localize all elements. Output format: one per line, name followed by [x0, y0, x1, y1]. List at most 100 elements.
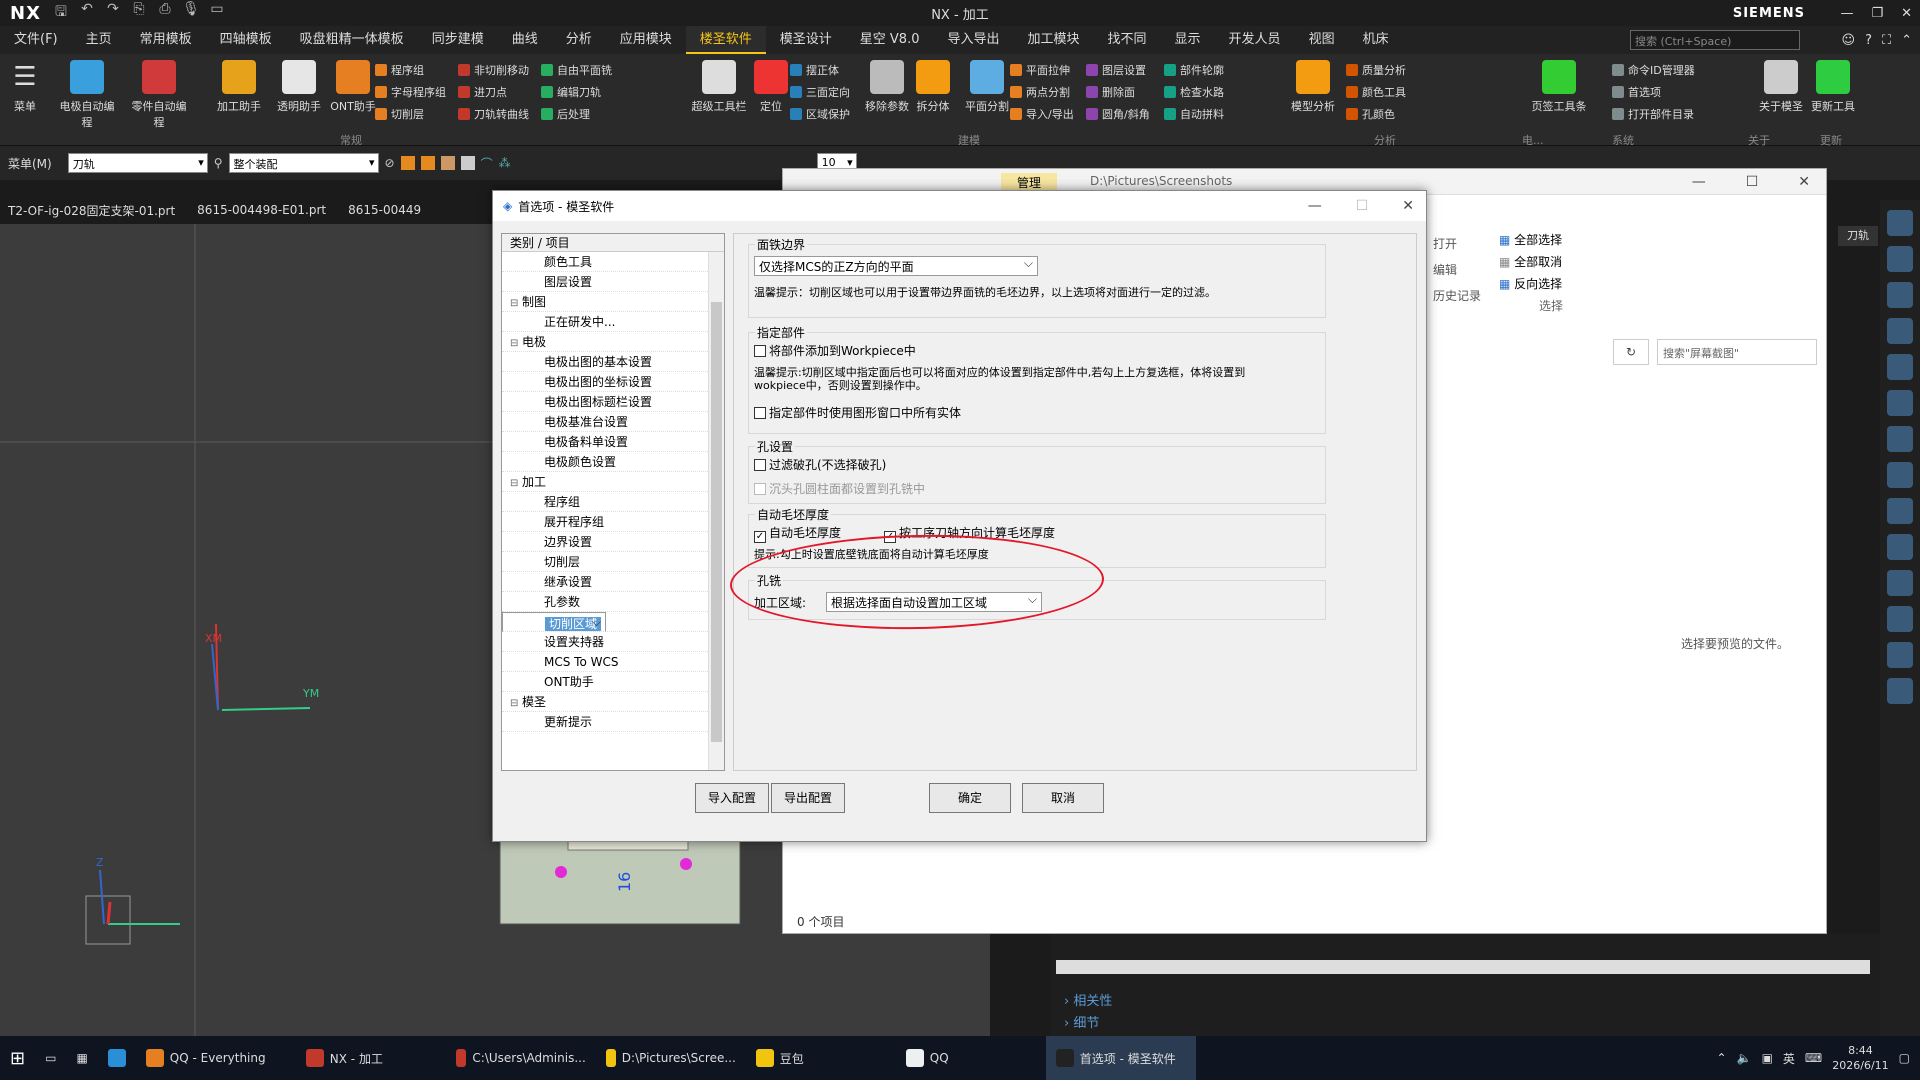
tree-item-18[interactable]: 切削区域	[502, 612, 607, 632]
ribbon-small_col7-item-0[interactable]: 部件轮廓	[1164, 62, 1224, 78]
tree-item-15[interactable]: 切削层	[502, 552, 724, 572]
ribbon-small_col9-item-0[interactable]: 命令ID管理器	[1612, 62, 1695, 78]
auto-blank-thickness-checkbox[interactable]: ✓ 自动毛坯厚度	[754, 524, 841, 543]
taskbar-item-2[interactable]: C:\Users\Adminis...	[446, 1036, 596, 1080]
dialog-minimize-icon[interactable]: —	[1308, 198, 1322, 214]
ribbon-button-8[interactable]: 拆分体	[902, 60, 964, 114]
ribbon-small_col6-item-1[interactable]: 删除面	[1086, 84, 1135, 100]
menu-item-12[interactable]: 导入导出	[933, 26, 1013, 54]
explorer-close-icon[interactable]: ✕	[1798, 174, 1810, 190]
tree-item-16[interactable]: 继承设置	[502, 572, 724, 592]
menu-item-11[interactable]: 星空 V8.0	[846, 26, 934, 54]
ribbon-small_col4-item-1[interactable]: 三面定向	[790, 84, 850, 100]
tree-item-7[interactable]: 电极出图标题栏设置	[502, 392, 724, 412]
menu-item-9[interactable]: 楼圣软件	[685, 26, 766, 54]
ribbon-small_col9-item-1[interactable]: 首选项	[1612, 84, 1661, 100]
help-icon[interactable]: ?	[1865, 33, 1872, 48]
network-icon[interactable]: ▣	[1762, 1051, 1773, 1065]
ribbon-button-0[interactable]: 电极自动编程	[56, 60, 118, 130]
relations-section[interactable]: › 相关性	[1064, 990, 1112, 1009]
resource-icon-7[interactable]	[1887, 426, 1913, 452]
filter-icon[interactable]: ⚲	[214, 156, 223, 170]
tree-item-23[interactable]: ⊟ 模圣	[502, 692, 724, 712]
tree-item-10[interactable]: 电极颜色设置	[502, 452, 724, 472]
keyboard-icon[interactable]: ⌨	[1805, 1051, 1822, 1065]
scope-combo[interactable]: 整个装配	[228, 153, 379, 173]
close-icon[interactable]: ✕	[1901, 6, 1912, 21]
clock[interactable]: 8:44 2026/6/11	[1832, 1043, 1888, 1073]
ribbon-small_col1-item-0[interactable]: 程序组	[375, 62, 424, 78]
refresh-icon[interactable]: ↻	[1613, 339, 1649, 365]
menu-item-6[interactable]: 曲线	[498, 26, 552, 54]
dialog-maximize-icon[interactable]: ☐	[1356, 198, 1369, 214]
copy-icon[interactable]: ⎘	[129, 1, 149, 25]
ribbon-small_col8-item-0[interactable]: 质量分析	[1346, 62, 1406, 78]
ribbon-small_col5-item-1[interactable]: 两点分割	[1010, 84, 1070, 100]
ime-indicator[interactable]: 英	[1783, 1050, 1795, 1067]
ribbon-small_col2-item-0[interactable]: 非切削移动	[458, 62, 529, 78]
menu-item-18[interactable]: 机床	[1349, 26, 1403, 54]
details-section[interactable]: › 细节	[1064, 1012, 1099, 1031]
menu-item-2[interactable]: 常用模板	[126, 26, 206, 54]
menu-item-10[interactable]: 模圣设计	[766, 26, 846, 54]
taskbar-item-5[interactable]: QQ	[896, 1036, 1046, 1080]
select-none-button[interactable]: ▦ 全部取消	[1499, 251, 1563, 273]
ribbon-small_col7-item-2[interactable]: 自动拼料	[1164, 106, 1224, 122]
ribbon-button-10[interactable]: 模型分析	[1282, 60, 1344, 114]
menu-item-8[interactable]: 应用模块	[606, 26, 686, 54]
curve-icon[interactable]: ⌒	[481, 155, 493, 172]
menu-item-17[interactable]: 视图	[1295, 26, 1349, 54]
invert-selection-button[interactable]: ▦ 反向选择	[1499, 273, 1563, 295]
menu-item-0[interactable]: 文件(F)	[0, 26, 72, 54]
ribbon-button-11[interactable]: 页签工具条	[1528, 60, 1590, 114]
ribbon-small_col8-item-2[interactable]: 孔颜色	[1346, 106, 1395, 122]
tree-item-5[interactable]: 电极出图的基本设置	[502, 352, 724, 372]
counterbore-to-hole-mill-checkbox[interactable]: 沉头孔圆柱面都设置到孔铣中	[754, 480, 925, 497]
taskbar-item-0[interactable]: QQ - Everything	[136, 1036, 296, 1080]
tree-item-1[interactable]: 图层设置	[502, 272, 724, 292]
resource-icon-3[interactable]	[1887, 282, 1913, 308]
menu-item-15[interactable]: 显示	[1161, 26, 1215, 54]
collapse-toggle-icon[interactable]: ⊟	[510, 474, 522, 494]
ribbon-small_col3-item-1[interactable]: 编辑刀轨	[541, 84, 601, 100]
explorer-minimize-icon[interactable]: —	[1692, 174, 1706, 190]
ribbon-small_col1-item-2[interactable]: 切削层	[375, 106, 424, 122]
ribbon-small_col8-item-1[interactable]: 颜色工具	[1346, 84, 1406, 100]
resource-icon-10[interactable]	[1887, 534, 1913, 560]
taskbar-item-6[interactable]: 首选项 - 模圣软件	[1045, 1036, 1196, 1080]
face-boundary-select[interactable]: 仅选择MCS的正Z方向的平面	[754, 256, 1038, 276]
main-menu-button[interactable]: ☰ 菜单	[0, 60, 50, 114]
ribbon-button-1[interactable]: 零件自动编程	[128, 60, 190, 130]
tree-item-2[interactable]: ⊟ 制图	[502, 292, 724, 312]
ribbon-small_col6-item-2[interactable]: 圆角/斜角	[1086, 106, 1150, 122]
tree-item-14[interactable]: 边界设置	[502, 532, 724, 552]
task-view-button[interactable]: ▭	[35, 1036, 66, 1080]
tray-chevron-icon[interactable]: ⌃	[1717, 1051, 1727, 1065]
notification-icon[interactable]: ▢	[1899, 1051, 1910, 1065]
ribbon-small_col9-item-2[interactable]: 打开部件目录	[1612, 106, 1694, 122]
resource-icon-5[interactable]	[1887, 354, 1913, 380]
menu-item-5[interactable]: 同步建模	[418, 26, 498, 54]
collapse-toggle-icon[interactable]: ⊟	[510, 334, 522, 354]
save-icon[interactable]: 🖫	[51, 1, 71, 25]
export-config-button[interactable]: 导出配置	[771, 783, 845, 813]
taskbar-item-3[interactable]: D:\Pictures\Scree...	[596, 1036, 746, 1080]
ribbon-small_col4-item-2[interactable]: 区域保护	[790, 106, 850, 122]
ribbon-button-3[interactable]: 透明助手	[268, 60, 330, 114]
resource-icon-2[interactable]	[1887, 246, 1913, 272]
collapse-ribbon-icon[interactable]: ⌃	[1901, 33, 1912, 48]
minimize-icon[interactable]: —	[1840, 6, 1853, 21]
history-button[interactable]: 历史记录	[1433, 283, 1481, 309]
print-icon[interactable]: ⎙	[155, 1, 175, 25]
tree-item-11[interactable]: ⊟ 加工	[502, 472, 724, 492]
tree-item-8[interactable]: 电极基准台设置	[502, 412, 724, 432]
use-all-bodies-checkbox[interactable]: 指定部件时使用图形窗口中所有实体	[754, 404, 961, 421]
tree-item-17[interactable]: 孔参数	[502, 592, 724, 612]
tree-item-9[interactable]: 电极备料单设置	[502, 432, 724, 452]
horizontal-scrollbar[interactable]	[1056, 960, 1870, 974]
point-icon[interactable]: ⁂	[499, 156, 511, 170]
cancel-button[interactable]: 取消	[1022, 783, 1104, 813]
resource-icon-12[interactable]	[1887, 606, 1913, 632]
resource-icon-13[interactable]	[1887, 642, 1913, 668]
ribbon-small_col6-item-0[interactable]: 图层设置	[1086, 62, 1146, 78]
